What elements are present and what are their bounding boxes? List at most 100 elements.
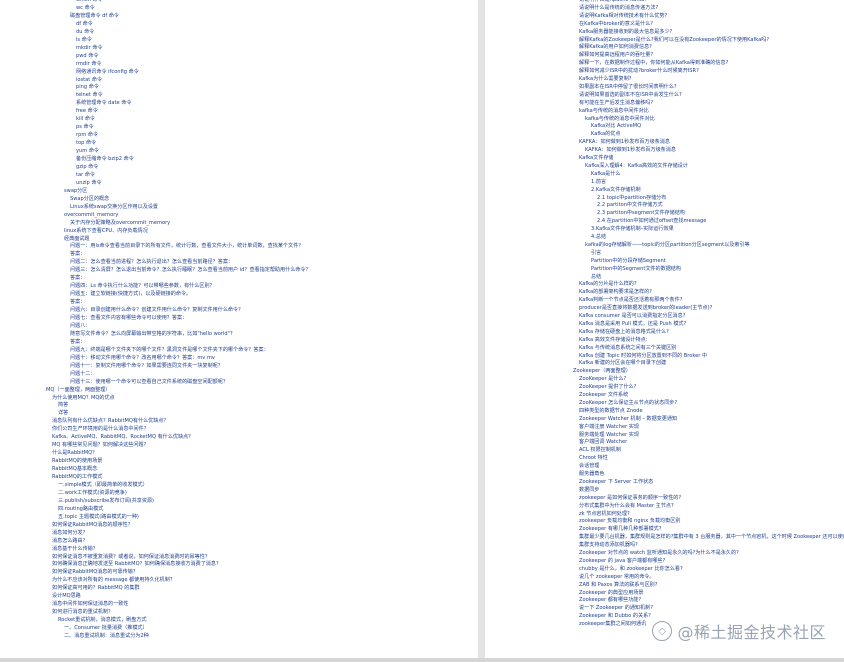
outline-line: KAFKA：如何做到1秒发布百万级条消息 [585, 147, 676, 154]
outline-line: Rocket重试机制，消息模式，刷盘方式 [58, 617, 147, 624]
outline-line: 服务端处理 Watcher 实现 [579, 431, 639, 438]
outline-line: pwd 命令 [76, 52, 99, 59]
outline-line: 为什么不应该对所有的 message 都使用持久化机制？ [52, 577, 175, 584]
outline-line: 有可能在生产后发生消息偏移吗? [579, 99, 654, 106]
outline-line: Chroot 特性 [579, 455, 608, 462]
outline-line: 服务器角色 [579, 471, 605, 477]
outline-line: 四.routing路由模式 [58, 505, 104, 512]
outline-line: 设计MQ思路 [52, 593, 81, 600]
outline-line: 问题二：怎么查看当前进程？怎么执行退出？怎么查看当前路径？答案： [70, 259, 234, 266]
outline-line: Swap分区的概念 [70, 195, 110, 202]
outline-line: 答案： [70, 338, 86, 345]
outline-line: 数据同步 [579, 486, 600, 493]
outline-line: ACL 权限控制机制 [579, 447, 621, 454]
outline-line: 引言 [591, 249, 602, 256]
outline-line: Kafka文件存储 [579, 155, 614, 161]
watermark: ◇ @稀土掘金技术社区 [652, 619, 826, 643]
right-document-page: 请说明什么是Apache Kafka? 请说明什么是传统的消息传递方法? 请说明Ka… [485, 0, 844, 662]
outline-line: Kafka服务器能接收到的最大信息是多少? [579, 28, 673, 35]
outline-line: zookeeper集群之间如何通讯 [579, 621, 647, 628]
outline-line: producer是否直接将数据发送到broker的leader(主节点)? [579, 305, 713, 312]
outline-line: Zookeeper 有哪几种几种部署模式? [579, 526, 662, 533]
outline-line: Kafka对比 ActiveMQ [591, 123, 642, 130]
outline-line: 请说明Kafka相对传统技术有什么优势? [579, 12, 668, 19]
outline-line: 如何保证消息不被重复消费？或者说，如何保证消息消费时的幂等性？ [52, 553, 210, 560]
outline-line: top 命令 [76, 140, 97, 147]
outline-line: 问题六：目录创建用什么命令？创建文件用什么命令？复制文件用什么命令？ [70, 307, 244, 314]
outline-line: Zookeeper 下 Server 工作状态 [579, 478, 654, 485]
outline-line: 一.simple模式（即最简单的收发模式） [58, 481, 148, 488]
outline-line: 备份压缩命令 bzip2 命令 [76, 156, 134, 162]
outline-line: 经典面试题 [64, 235, 90, 242]
outline-line: 2.Kafka文件存储机制 [591, 186, 641, 193]
outline-line: Kafka、ActiveMQ、RabbitMQ、RocketMQ 有什么优缺点？ [52, 434, 194, 441]
outline-line: zookeeper 是如何保证事务的顺序一致性的? [579, 494, 682, 501]
outline-line: yum 命令 [76, 148, 100, 155]
bottom-scroll-strip [0, 658, 844, 662]
outline-line: ZAB 和 Paxos 算法的联系与区别? [579, 581, 658, 588]
outline-line: RabbitMQ的使用场景 [52, 458, 103, 465]
outline-line: MQ 有哪些常见问题？如何解决这些问题？ [52, 442, 149, 449]
outline-line: 答案： [70, 299, 86, 306]
outline-line: swap分区 [64, 187, 88, 194]
outline-line: 消息中间件如何保证消息的一致性 [52, 601, 129, 608]
outline-line: kafka的log存储解析——topic的分区partition分区segmen… [585, 241, 750, 248]
outline-line: 解释Kafka的Zookeeper是什么?我们可以在没有Zookeeper的情况… [579, 36, 770, 43]
outline-line: 请说明如果首选的副本不在ISR中会发生什么? [579, 91, 682, 98]
outline-line: ps 命令 [76, 124, 94, 131]
outline-line: 问题四：Ls 命令执行什么功能？可以带哪些参数，有什么区别？ [70, 283, 215, 290]
outline-line: KAFKA：如何做到1秒发布百万级条消息 [579, 139, 670, 146]
outline-line: MQ（一面整理，两面整理） [46, 386, 111, 393]
outline-line: 在Kafka中broker的意义是什么? [579, 20, 653, 27]
outline-line: 什么是RabbitMQ？ [52, 450, 98, 457]
outline-line: Zookeeper 对节点的 watch 监听通知是永久的吗?为什么不是永久的? [579, 550, 739, 556]
outline-line: 问题八： [70, 322, 91, 329]
outline-line: 问题十：移动文件用哪个命令？改名用哪个命令？答案：mv mv [70, 354, 215, 361]
outline-line: 2.3 partiton中segment文件存储结构 [597, 210, 685, 217]
outline-line: ls 命令 [76, 36, 92, 43]
outline-line: 如何保证RabbitMQ消息的可靠传输？ [52, 569, 138, 576]
outline-line: kafka与传统的消息中间件对比 [585, 115, 655, 122]
outline-line: 如果副本在ISR中停留了很长时间表明什么? [579, 83, 677, 90]
outline-line: 答案： [70, 251, 86, 258]
outline-line: 磁盘管理命令 df 命令 [70, 12, 120, 19]
outline-line: Zookeeper 的 java 客户端都有哪些? [579, 557, 666, 564]
outline-line: 答案： [70, 275, 86, 282]
outline-line: 问题十二： [70, 370, 96, 377]
outline-line: Kafka 与传统消息系统之间有三个关键区别 [579, 344, 677, 351]
outline-line: du 命令 [76, 28, 95, 35]
outline-line: 解释Kafka的用户如何消费信息? [579, 44, 652, 51]
outline-line: wc 命令 [76, 4, 95, 11]
outline-line: Zookeeper Watcher 机制 – 数据变更通知 [579, 415, 678, 422]
outline-line: 消息队列有什么优缺点？RabbitMQ有什么优缺点？ [52, 418, 169, 425]
watermark-text: @稀土掘金技术社区 [677, 623, 826, 642]
outline-line: 4.总结 [591, 234, 607, 240]
outline-line: telnet 命令 [76, 92, 103, 99]
outline-line: 一、Consumer 批量消费（推模式） [64, 625, 148, 632]
outline-line: Kafka 消息是采用 Pull 模式，还是 Push 模式? [579, 320, 687, 327]
outline-line: chubby 是什么，和 zookeeper 比你怎么看? [579, 565, 683, 572]
outline-line: 网络通讯命令 ifconfig 命令 [76, 68, 139, 75]
outline-line: 如何进行消息的重试机制？ [52, 609, 114, 616]
outline-line: 会话管理 [579, 463, 600, 470]
outline-line: Partition中的Segment文件的数据结构 [591, 265, 681, 272]
outline-line: 集群支持动态添加机器吗? [579, 542, 638, 549]
outline-line: 为什么使用MQ？MQ的优点 [52, 394, 115, 401]
outline-line: 三.publish/subscribe发布订阅(共享资源) [58, 497, 155, 504]
outline-line: 简答 [58, 402, 69, 409]
outline-line: 问题五：建立软链接(快捷方式)，以及硬链接的命令。 [70, 291, 192, 298]
outline-line: tar 命令 [76, 171, 96, 178]
outline-line: Zookeeper 和 Dubbo 的关系? [579, 613, 651, 620]
outline-line: rpm 命令 [76, 132, 99, 139]
outline-line: Linux系统swap交换分区作用以及设置 [70, 203, 159, 210]
outline-line: 问题九：终端是哪个文件夹下的哪个文件？黑洞文件是哪个文件夹下的哪个命令？答案： [70, 346, 269, 353]
outline-line: gzip 命令 [76, 163, 99, 170]
outline-line: 如何保证RabbitMQ消息的顺序性？ [52, 521, 133, 528]
outline-line: free 命令 [76, 108, 98, 115]
outline-line: ZooKeeper 怎么保证主从节点的状态同步? [579, 399, 678, 406]
outline-line: rmdir 命令 [76, 60, 102, 67]
outline-line: 系统管理命令 date 命令 [76, 100, 132, 107]
outline-line: 分布式集群中为什么会有 Master 主节点? [579, 502, 674, 509]
outline-line: 3.Kafka文件存储机制–实际运行效果 [591, 226, 674, 233]
outline-line: 解释如何减少ISR中的扰动?broker什么时候离开ISR? [579, 68, 699, 75]
